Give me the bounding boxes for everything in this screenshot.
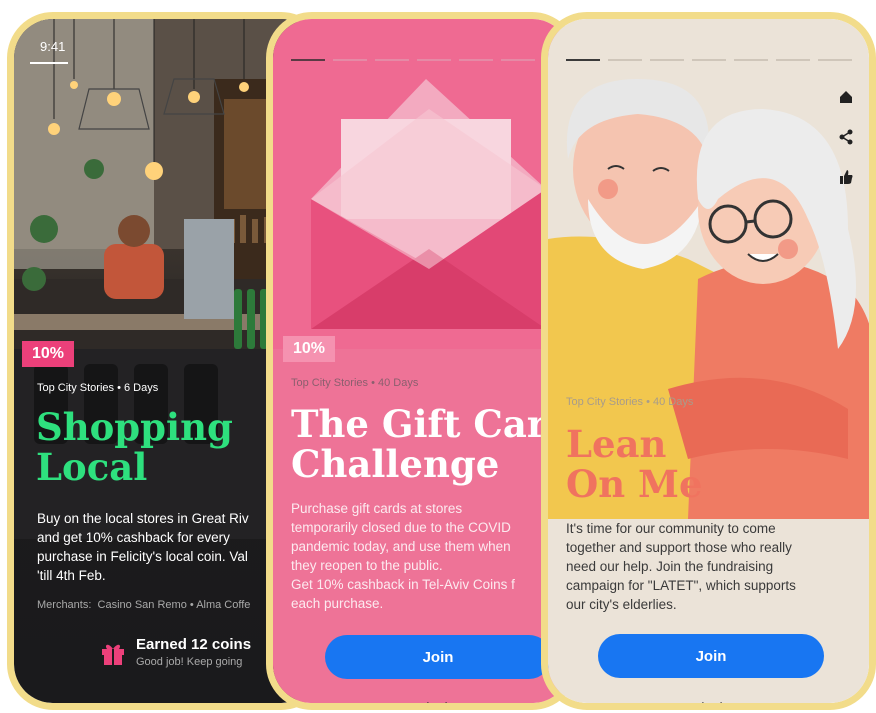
join-button[interactable]: Join — [325, 635, 551, 679]
story-duration: 40 Days — [653, 396, 694, 408]
merchant-link[interactable]: Alma Coffe — [196, 599, 250, 611]
progress-segment — [692, 59, 726, 61]
earned-subtitle: Good job! Keep going — [136, 656, 243, 668]
earned-title: Earned 12 coins — [136, 636, 252, 653]
discount-badge: 10% — [22, 341, 75, 367]
progress-segment — [375, 59, 409, 61]
story-card-lean-on-me: Top City Stories • 40 Days Lean On Me It'… — [541, 12, 876, 710]
progress-segment — [608, 59, 642, 61]
title-line-1: The Gift Card — [291, 402, 571, 446]
discount-badge: 10% — [283, 336, 336, 362]
progress-segment — [818, 59, 852, 61]
envelope-image — [311, 79, 546, 329]
story-meta: Top City Stories • 40 Days — [291, 377, 419, 389]
story-description: It's time for our community to come toge… — [566, 521, 796, 612]
story-meta: Top City Stories • 40 Days — [566, 396, 694, 408]
story-description: Purchase gift cards at stores temporaril… — [291, 501, 515, 611]
progress-segment — [459, 59, 493, 61]
chevron-down-icon[interactable] — [425, 701, 449, 703]
story-card-gift-card-challenge: 10% Top City Stories • 40 Days The Gift … — [266, 12, 578, 710]
status-time: 9:41 — [40, 39, 66, 54]
progress-indicator — [30, 62, 68, 64]
merchant-link[interactable]: Casino San Remo — [98, 599, 187, 611]
share-icon[interactable] — [838, 129, 854, 145]
title-line-2: On Me — [566, 462, 703, 506]
merchants-list: Merchants: Casino San Remo • Alma Coffe — [37, 599, 251, 611]
merchants-label: Merchants: — [37, 599, 92, 611]
progress-segment — [501, 59, 535, 61]
title-line-2: Challenge — [291, 442, 500, 486]
progress-segment — [417, 59, 451, 61]
progress-segment — [776, 59, 810, 61]
story-duration: 6 Days — [124, 382, 159, 394]
title-line-1: Lean — [566, 422, 667, 466]
chevron-down-icon[interactable] — [700, 701, 724, 703]
like-icon[interactable] — [838, 169, 854, 185]
join-button[interactable]: Join — [598, 634, 824, 678]
story-category: Top City Stories — [566, 396, 644, 408]
gift-icon — [102, 644, 124, 665]
story-category: Top City Stories — [291, 377, 369, 389]
home-icon[interactable] — [838, 89, 854, 105]
progress-segment-active — [291, 59, 325, 61]
story-screen: Top City Stories • 40 Days Lean On Me It'… — [548, 19, 869, 703]
story-title: Lean On Me — [566, 424, 866, 504]
progress-segment-active — [566, 59, 600, 61]
progress-segment — [734, 59, 768, 61]
story-category: Top City Stories — [37, 382, 115, 394]
progress-segment — [333, 59, 367, 61]
story-duration: 40 Days — [378, 377, 419, 389]
story-title: The Gift Card Challenge — [291, 404, 571, 484]
progress-segment — [650, 59, 684, 61]
story-meta: Top City Stories • 6 Days — [37, 382, 159, 394]
story-screen: 10% Top City Stories • 40 Days The Gift … — [273, 19, 571, 703]
